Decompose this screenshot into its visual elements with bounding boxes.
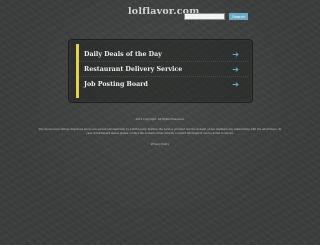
link-daily-deals[interactable]: Daily Deals of the Day ➔ <box>79 50 248 62</box>
related-links-panel: Daily Deals of the Day ➔ Restaurant Deli… <box>68 39 253 103</box>
link-job-posting[interactable]: Job Posting Board ➔ <box>79 80 248 91</box>
arrow-right-icon[interactable]: ➔ <box>232 50 239 59</box>
privacy-policy-link[interactable]: Privacy Policy <box>32 143 288 147</box>
header: lolflavor.com Search <box>0 0 320 26</box>
disclaimer-text: The Sponsored Listings displayed above a… <box>32 128 288 136</box>
link-label[interactable]: Job Posting Board <box>84 80 148 89</box>
search-input[interactable] <box>184 13 225 20</box>
link-label[interactable]: Restaurant Delivery Service <box>84 65 182 74</box>
arrow-right-icon[interactable]: ➔ <box>232 65 239 74</box>
copyright-text: 2013 Copyright. All Rights Reserved. <box>135 118 185 121</box>
search-button[interactable]: Search <box>229 13 248 20</box>
link-label[interactable]: Daily Deals of the Day <box>84 50 162 59</box>
link-restaurant-delivery[interactable]: Restaurant Delivery Service ➔ <box>79 65 248 77</box>
footer: 2013 Copyright. All Rights Reserved. The… <box>32 118 288 147</box>
disclaimer-line: case of trademark issues please contact … <box>86 132 234 135</box>
arrow-right-icon[interactable]: ➔ <box>232 80 239 89</box>
